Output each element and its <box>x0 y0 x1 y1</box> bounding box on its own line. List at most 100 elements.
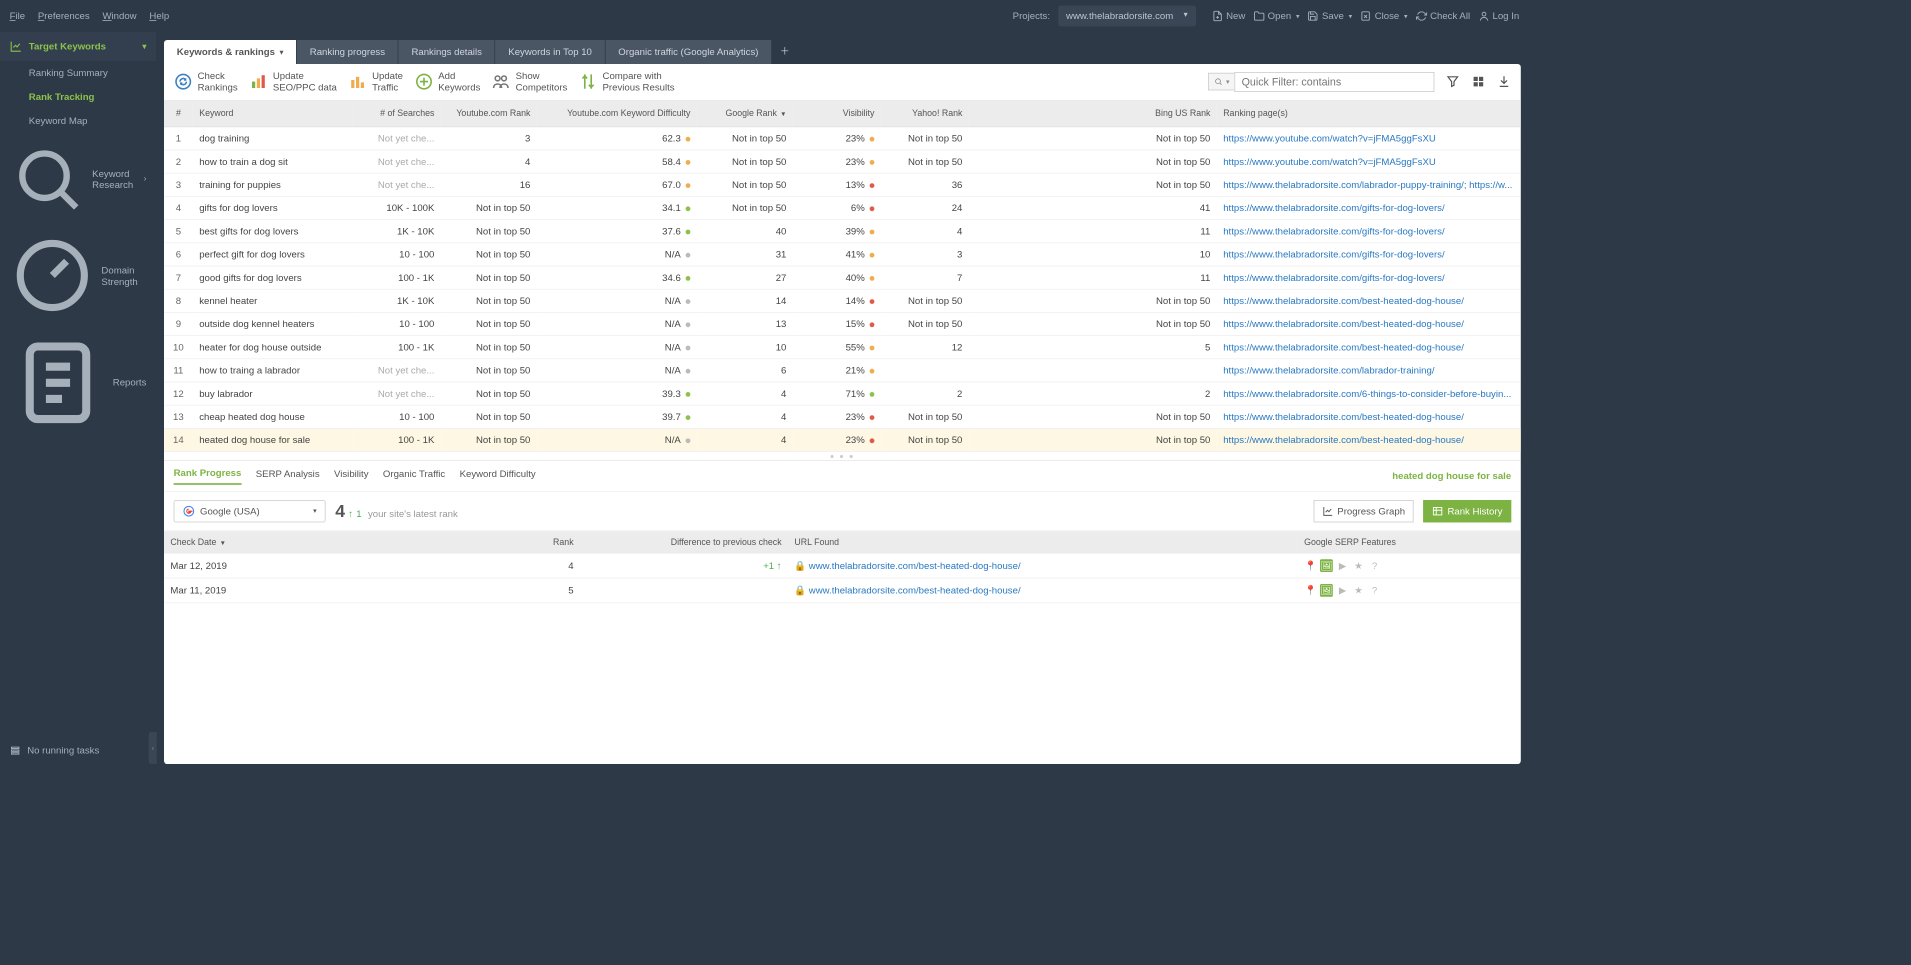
search-engine-select[interactable]: Google (USA) ▾ <box>174 500 326 522</box>
table-row[interactable]: 14heated dog house for sale100 - 1KNot i… <box>164 428 1521 451</box>
download-icon[interactable] <box>1497 75 1511 89</box>
col-0[interactable]: # <box>164 101 193 127</box>
subtab-rank-progress[interactable]: Rank Progress <box>174 467 242 485</box>
subtab-visibility[interactable]: Visibility <box>334 468 369 484</box>
rank-history-grid: Check Date▼RankDifference to previous ch… <box>164 531 1521 764</box>
add-keywords-button[interactable]: Add Keywords <box>414 70 480 93</box>
check-all-button[interactable]: Check All <box>1416 10 1470 21</box>
table-row[interactable]: 13cheap heated dog house10 - 100Not in t… <box>164 405 1521 428</box>
table-row[interactable]: 9outside dog kennel heaters10 - 100Not i… <box>164 312 1521 335</box>
save-icon <box>1308 10 1319 21</box>
col-7[interactable]: Yahoo! Rank <box>881 101 969 127</box>
sidebar-tasks: No running tasks <box>0 737 156 764</box>
sidebar-keyword-map[interactable]: Keyword Map <box>0 109 156 133</box>
table-row[interactable]: 10heater for dog house outside100 - 1KNo… <box>164 335 1521 358</box>
login-button[interactable]: Log In <box>1478 10 1519 21</box>
grid-view-icon[interactable] <box>1471 75 1485 89</box>
filter-icon[interactable] <box>1446 75 1460 89</box>
serp-features: 📍🖼▶★? <box>1304 584 1514 597</box>
detail-col-3[interactable]: URL Found <box>788 531 1298 553</box>
detail-col-0[interactable]: Check Date▼ <box>164 531 372 553</box>
detail-col-4[interactable]: Google SERP Features <box>1298 531 1521 553</box>
quick-filter-input[interactable] <box>1234 72 1434 92</box>
tab-keywords-rankings[interactable]: Keywords & rankings▾ <box>164 40 297 64</box>
plus-circle-icon <box>414 72 433 91</box>
rank-display: 4 ↑ 1 your site's latest rank <box>335 501 458 522</box>
table-icon <box>1432 505 1443 516</box>
table-row[interactable]: 5best gifts for dog lovers1K - 10KNot in… <box>164 219 1521 242</box>
lock-icon: 🔒 <box>794 560 806 571</box>
new-button[interactable]: New <box>1212 10 1246 21</box>
table-row[interactable]: 2how to train a dog sitNot yet che...458… <box>164 150 1521 173</box>
table-row[interactable]: 4gifts for dog lovers10K - 100KNot in to… <box>164 196 1521 219</box>
detail-col-2[interactable]: Difference to previous check <box>580 531 788 553</box>
up-arrow-icon: ↑ <box>348 508 353 519</box>
user-icon <box>1478 10 1489 21</box>
col-5[interactable]: Google Rank▼ <box>697 101 793 127</box>
history-row[interactable]: Mar 11, 20195🔒www.thelabradorsite.com/be… <box>164 578 1521 603</box>
open-button[interactable]: Open▾ <box>1253 10 1299 21</box>
save-button[interactable]: Save▾ <box>1308 10 1353 21</box>
sidebar-reports[interactable]: Reports <box>0 326 156 439</box>
col-2[interactable]: # of Searches <box>353 101 441 127</box>
keyword-grid: #Keyword# of SearchesYoutube.com RankYou… <box>164 101 1521 452</box>
close-button[interactable]: Close▾ <box>1360 10 1407 21</box>
update-traffic-button[interactable]: Update Traffic <box>348 70 403 93</box>
menu-file[interactable]: File <box>10 10 25 21</box>
detail-col-1[interactable]: Rank <box>372 531 580 553</box>
col-6[interactable]: Visibility <box>793 101 881 127</box>
menu-help[interactable]: Help <box>149 10 169 21</box>
table-row[interactable]: 1dog trainingNot yet che...362.3Not in t… <box>164 127 1521 150</box>
selected-keyword-label: heated dog house for sale <box>1392 470 1511 481</box>
subtab-keyword-difficulty[interactable]: Keyword Difficulty <box>460 468 536 484</box>
sidebar-target-keywords[interactable]: Target Keywords▾ <box>0 32 156 61</box>
show-competitors-button[interactable]: Show Competitors <box>492 70 568 93</box>
chart-line-icon <box>10 40 23 53</box>
tab-organic-traffic[interactable]: Organic traffic (Google Analytics) <box>606 40 773 64</box>
sidebar-domain-strength[interactable]: Domain Strength <box>0 225 156 326</box>
col-8[interactable]: Bing US Rank <box>969 101 1217 127</box>
search-small-icon <box>1214 77 1224 87</box>
folder-open-icon <box>1253 10 1264 21</box>
subtab-serp-analysis[interactable]: SERP Analysis <box>256 468 320 484</box>
tasks-icon <box>10 745 21 756</box>
menu-window[interactable]: Window <box>102 10 136 21</box>
col-3[interactable]: Youtube.com Rank <box>441 101 537 127</box>
close-file-icon <box>1360 10 1371 21</box>
rank-history-button[interactable]: Rank History <box>1423 500 1511 522</box>
bars-update-icon <box>249 72 268 91</box>
tab-keywords-top10[interactable]: Keywords in Top 10 <box>495 40 605 64</box>
table-row[interactable]: 6perfect gift for dog lovers10 - 100Not … <box>164 243 1521 266</box>
table-row[interactable]: 3training for puppiesNot yet che...1667.… <box>164 173 1521 196</box>
table-row[interactable]: 11how to traing a labradorNot yet che...… <box>164 359 1521 382</box>
image-icon: 🖼 <box>1320 584 1333 597</box>
col-1[interactable]: Keyword <box>193 101 353 127</box>
update-seo-button[interactable]: Update SEO/PPC data <box>249 70 337 93</box>
video-icon: ▶ <box>1336 584 1349 597</box>
project-selector[interactable]: www.thelabradorsite.com <box>1058 6 1196 27</box>
subtab-organic-traffic[interactable]: Organic Traffic <box>383 468 445 484</box>
image-icon: 🖼 <box>1320 559 1333 572</box>
table-row[interactable]: 7good gifts for dog lovers100 - 1KNot in… <box>164 266 1521 289</box>
tab-add[interactable]: ＋ <box>772 38 798 64</box>
projects-label: Projects: <box>1013 10 1050 21</box>
sidebar-keyword-research[interactable]: Keyword Research› <box>0 133 156 225</box>
star-icon: ★ <box>1352 559 1365 572</box>
filter-column-select[interactable]: ▾ <box>1208 73 1234 91</box>
col-9[interactable]: Ranking page(s) <box>1217 101 1521 127</box>
col-4[interactable]: Youtube.com Keyword Difficulty <box>537 101 697 127</box>
menu-preferences[interactable]: Preferences <box>38 10 90 21</box>
tab-rankings-details[interactable]: Rankings details <box>399 40 496 64</box>
history-row[interactable]: Mar 12, 20194+1 ↑🔒www.thelabradorsite.co… <box>164 553 1521 577</box>
compare-button[interactable]: Compare with Previous Results <box>579 70 675 93</box>
progress-graph-button[interactable]: Progress Graph <box>1313 500 1414 522</box>
tab-ranking-progress[interactable]: Ranking progress <box>297 40 399 64</box>
table-row[interactable]: 12buy labradorNot yet che...Not in top 5… <box>164 382 1521 405</box>
sidebar-ranking-summary[interactable]: Ranking Summary <box>0 61 156 85</box>
table-row[interactable]: 8kennel heater1K - 10KNot in top 50N/A14… <box>164 289 1521 312</box>
question-icon: ? <box>1368 584 1381 597</box>
splitter[interactable]: ● ● ● <box>164 452 1521 460</box>
sidebar-rank-tracking[interactable]: Rank Tracking <box>0 85 156 109</box>
sidebar-collapse[interactable]: ‹ <box>149 732 157 764</box>
check-rankings-button[interactable]: Check Rankings <box>174 70 238 93</box>
